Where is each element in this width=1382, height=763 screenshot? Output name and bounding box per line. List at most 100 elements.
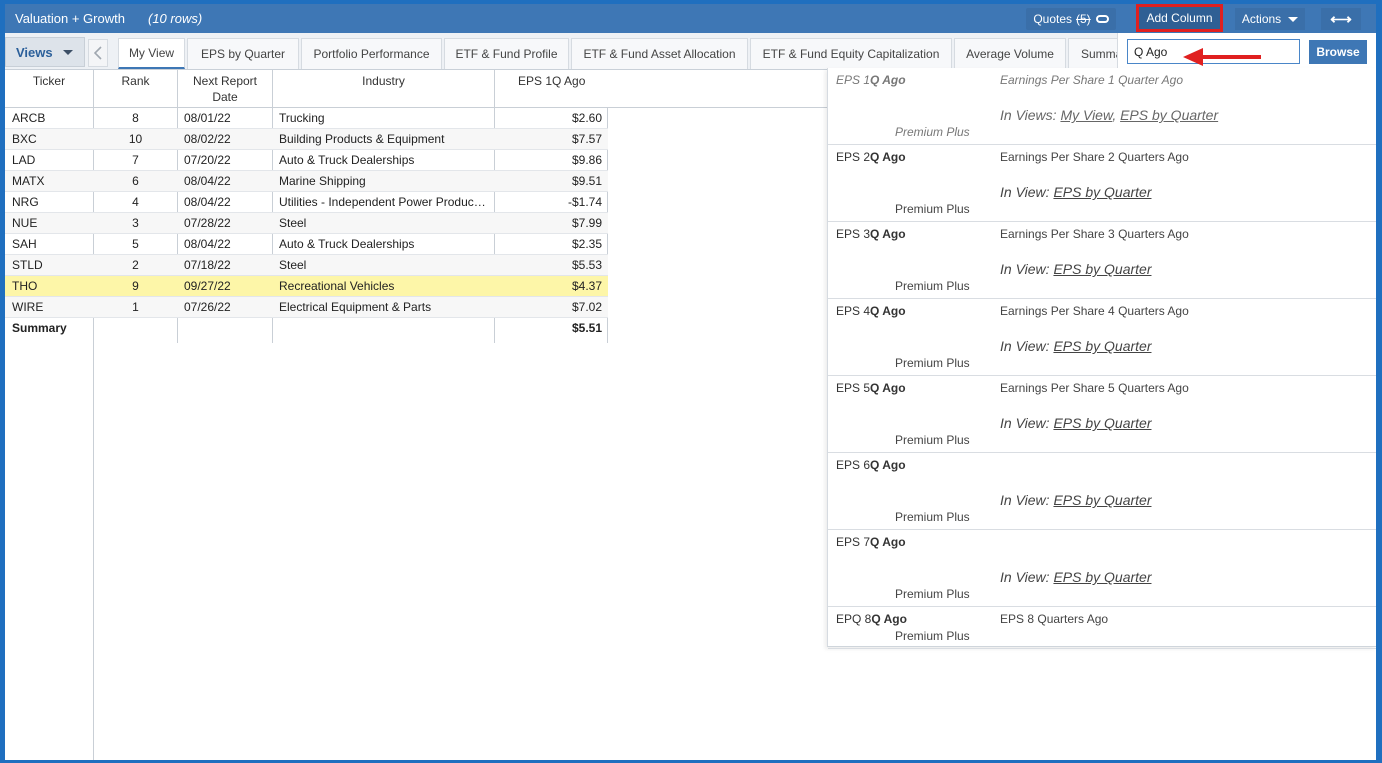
report-date-cell: 07/20/22 [184,153,231,167]
eps-cell: $4.37 [571,279,602,293]
table-row[interactable]: ARCB 8 08/01/22 Trucking $2.60 [5,108,608,129]
column-suggestion[interactable]: EPS 6Q Ago In View: EPS by Quarter Premium… [828,453,1376,530]
table-row[interactable]: NRG 4 08/04/22 Utilities - Independent Powe… [5,192,608,213]
view-link[interactable]: EPS by Quarter [1053,415,1151,431]
header-next-report-date[interactable]: Next Report Date [178,70,272,108]
suggestion-tier: Premium Plus [895,587,970,601]
column-suggestion[interactable]: EPS 4Q Ago Earnings Per Share 4 Quarters … [828,299,1376,376]
view-link[interactable]: EPS by Quarter [1053,569,1151,585]
tab-etf-fund-equity-capitalization[interactable]: ETF & Fund Equity Capitalization [750,38,952,69]
column-suggestion[interactable]: EPS 5Q Ago Earnings Per Share 5 Quarters … [828,376,1376,453]
industry-cell: Building Products & Equipment [279,132,445,146]
suggestion-description: Earnings Per Share 5 Quarters Ago [1000,381,1189,395]
suggestion-name: EPS 3Q Ago [836,227,906,241]
rank-cell: 6 [132,174,139,188]
eps-cell: $9.86 [571,153,602,167]
report-date-cell: 08/04/22 [184,237,231,251]
ticker-cell: ARCB [12,111,46,125]
add-column-button[interactable]: Add Column [1136,4,1223,32]
column-suggestion[interactable]: EPS 3Q Ago Earnings Per Share 3 Quarters … [828,222,1376,299]
industry-cell: Recreational Vehicles [279,279,395,293]
tab-eps-by-quarter[interactable]: EPS by Quarter [187,38,299,69]
view-link[interactable]: EPS by Quarter [1053,184,1151,200]
views-label: Views [16,44,53,60]
results-grid: Ticker Rank Next Report Date Industry EP… [5,70,830,760]
view-link[interactable]: EPS by Quarter [1053,261,1151,277]
view-link[interactable]: EPS by Quarter [1053,492,1151,508]
view-link[interactable]: EPS by Quarter [1120,107,1218,123]
browse-button[interactable]: Browse [1309,40,1367,64]
ticker-cell: NRG [12,195,39,209]
annotation-arrow-icon [1183,48,1261,66]
tab-etf-fund-asset-allocation[interactable]: ETF & Fund Asset Allocation [571,38,748,69]
suggestion-description: Earnings Per Share 1 Quarter Ago [1000,73,1183,87]
rank-cell: 10 [128,132,143,146]
report-date-cell: 07/18/22 [184,258,231,272]
suggestion-description: Earnings Per Share 2 Quarters Ago [1000,150,1189,164]
summary-eps: $5.51 [571,321,602,335]
column-suggestion[interactable]: EPQ 8Q Ago EPS 8 Quarters Ago Premium Plus [828,607,1376,649]
tab-my-view[interactable]: My View [118,38,185,69]
industry-cell: Utilities - Independent Power Produc… [279,195,486,209]
suggestion-views: In View: EPS by Quarter [1000,338,1152,354]
header-industry[interactable]: Industry [273,70,494,108]
tab-portfolio-performance[interactable]: Portfolio Performance [301,38,442,69]
table-row[interactable]: LAD 7 07/20/22 Auto & Truck Dealerships $9.8… [5,150,608,171]
summary-row: Summary $5.51 [5,318,608,339]
eps-cell: $5.53 [571,258,602,272]
screener-app: Valuation + Growth (10 rows) Quotes (5) … [5,4,1376,760]
eps-cell: $2.35 [571,237,602,251]
chevron-left-icon [94,46,102,60]
table-row[interactable]: STLD 2 07/18/22 Steel $5.53 [5,255,608,276]
tab-etf-fund-profile[interactable]: ETF & Fund Profile [444,38,569,69]
rank-cell: 7 [132,153,139,167]
table-row[interactable]: NUE 3 07/28/22 Steel $7.99 [5,213,608,234]
report-date-cell: 08/04/22 [184,195,231,209]
industry-cell: Auto & Truck Dealerships [279,237,415,251]
industry-cell: Steel [279,258,307,272]
table-row[interactable]: MATX 6 08/04/22 Marine Shipping $9.51 [5,171,608,192]
chevron-down-icon [62,49,73,55]
column-suggestion[interactable]: EPS 1Q Ago Earnings Per Share 1 Quarter A… [828,68,1376,145]
industry-cell: Marine Shipping [279,174,366,188]
table-row[interactable]: BXC 10 08/02/22 Building Products & Equipme… [5,129,608,150]
suggestion-name: EPS 1Q Ago [836,73,906,87]
ticker-cell: MATX [12,174,45,188]
suggestion-tier: Premium Plus [895,125,970,139]
suggestion-tier: Premium Plus [895,279,970,293]
header-eps-1q-ago[interactable]: EPS 1Q Ago [495,70,830,108]
header-rank[interactable]: Rank [94,70,177,108]
ticker-cell: SAH [12,237,37,251]
suggestion-tier: Premium Plus [895,510,970,524]
quotes-button[interactable]: Quotes (5) [1026,8,1116,30]
report-date-cell: 07/26/22 [184,300,231,314]
suggestion-name: EPS 6Q Ago [836,458,906,472]
row-count: (10 rows) [148,11,203,26]
suggestion-views: In Views: My View, EPS by Quarter [1000,107,1219,123]
ticker-cell: LAD [12,153,36,167]
ticker-cell: THO [12,279,38,293]
expand-button[interactable]: ⟷ [1321,8,1361,30]
tabs-scroll-left-button[interactable] [88,39,108,67]
header-ticker[interactable]: Ticker [5,70,93,108]
table-row[interactable]: WIRE 1 07/26/22 Electrical Equipment & Part… [5,297,608,318]
table-row[interactable]: SAH 5 08/04/22 Auto & Truck Dealerships $2.3… [5,234,608,255]
suggestion-tier: Premium Plus [895,629,970,643]
window-frame: Valuation + Growth (10 rows) Quotes (5) … [0,0,1382,763]
eps-cell: $9.51 [571,174,602,188]
views-menu-button[interactable]: Views [5,37,85,67]
ticker-cell: WIRE [12,300,44,314]
eps-cell: $7.02 [571,300,602,314]
view-link[interactable]: My View [1060,107,1112,123]
table-row[interactable]: THO 9 09/27/22 Recreational Vehicles $4.37 [5,276,608,297]
column-suggestion[interactable]: EPS 2Q Ago Earnings Per Share 2 Quarters … [828,145,1376,222]
view-link[interactable]: EPS by Quarter [1053,338,1151,354]
tab-summary[interactable]: Summa [1068,38,1120,69]
tab-average-volume[interactable]: Average Volume [954,38,1066,69]
column-suggestion[interactable]: EPS 7Q Ago In View: EPS by Quarter Premium… [828,530,1376,607]
column-suggestions-dropdown: EPS 1Q Ago Earnings Per Share 1 Quarter A… [827,68,1376,649]
link-icon [1095,15,1109,23]
eps-cell: $7.57 [571,132,602,146]
actions-button[interactable]: Actions [1235,8,1305,30]
rank-cell: 1 [132,300,139,314]
